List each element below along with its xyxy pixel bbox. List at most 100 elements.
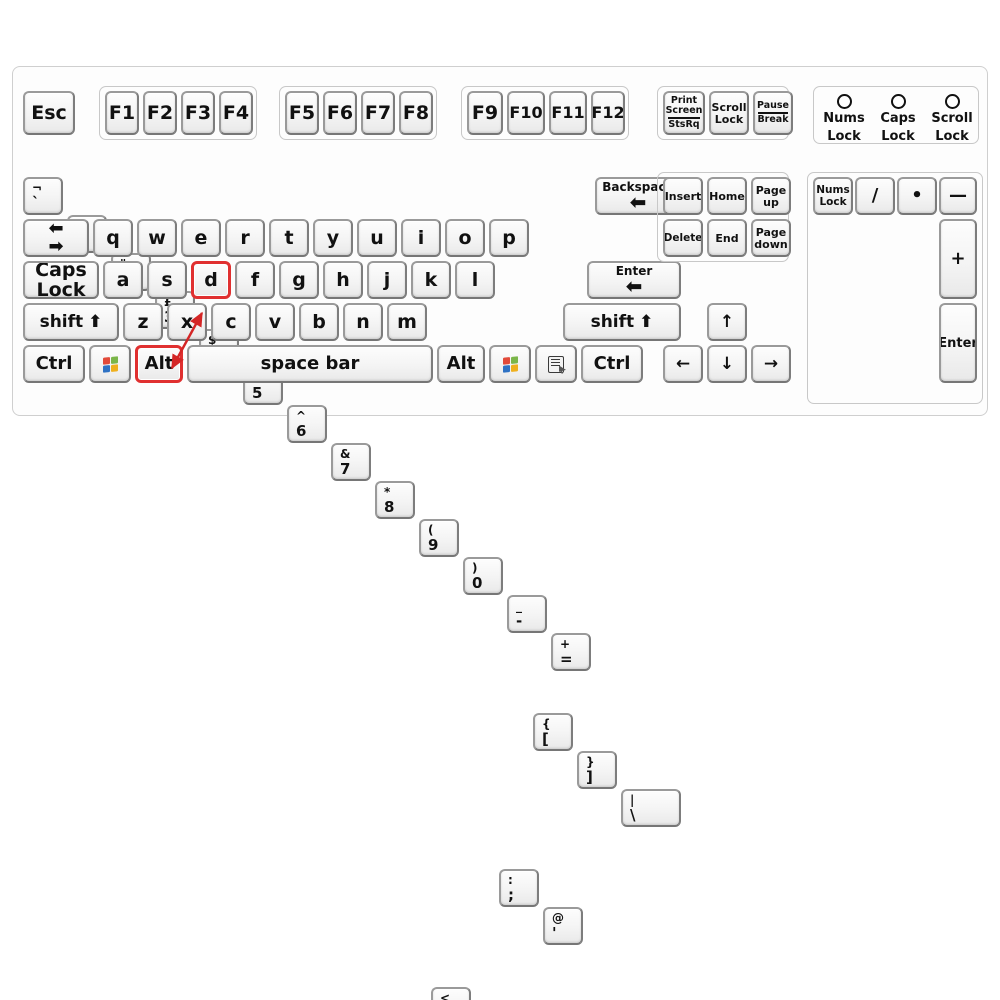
key-u[interactable]: u [357, 219, 397, 257]
key-9[interactable]: ( 9 [419, 519, 459, 557]
key-bracket-right[interactable]: } ] [577, 751, 617, 789]
key-f1-label: F1 [108, 101, 136, 124]
key-h[interactable]: h [323, 261, 363, 299]
key-enter[interactable]: Enter ⬅ [587, 261, 681, 299]
key-f5[interactable]: F5 [285, 91, 319, 135]
key-space-bar[interactable]: space bar [187, 345, 433, 383]
key-i[interactable]: i [401, 219, 441, 257]
key-m[interactable]: m [387, 303, 427, 341]
key-r[interactable]: r [225, 219, 265, 257]
key-f7[interactable]: F7 [361, 91, 395, 135]
key-x-label: x [180, 310, 194, 333]
key-esc[interactable]: Esc [23, 91, 75, 135]
key-home[interactable]: Home [707, 177, 747, 215]
key-caps-lock[interactable]: Caps Lock [23, 261, 99, 299]
key-f1[interactable]: F1 [105, 91, 139, 135]
key-f11[interactable]: F11 [549, 91, 587, 135]
key-shift-left[interactable]: shift ⬆ [23, 303, 119, 341]
key-o[interactable]: o [445, 219, 485, 257]
key-k[interactable]: k [411, 261, 451, 299]
key-t[interactable]: t [269, 219, 309, 257]
key-f3[interactable]: F3 [181, 91, 215, 135]
key-numpad-divide[interactable]: / [855, 177, 895, 215]
key-8[interactable]: * 8 [375, 481, 415, 519]
scroll-lock-line1: Scroll [711, 100, 747, 114]
key-a[interactable]: a [103, 261, 143, 299]
key-e[interactable]: e [181, 219, 221, 257]
key-f6[interactable]: F6 [323, 91, 357, 135]
key-y[interactable]: y [313, 219, 353, 257]
key-windows-right[interactable] [489, 345, 531, 383]
key-numpad-multiply[interactable]: • [897, 177, 937, 215]
key-windows-left[interactable] [89, 345, 131, 383]
key-pause-break[interactable]: Pause Break [753, 91, 793, 135]
key-p[interactable]: p [489, 219, 529, 257]
key-scroll-lock[interactable]: Scroll Lock [709, 91, 749, 135]
key-f8[interactable]: F8 [399, 91, 433, 135]
key-tab[interactable]: ⬅ ➡ [23, 219, 89, 257]
key-numpad-plus[interactable]: + [939, 219, 977, 299]
key-arrow-down[interactable]: ↓ [707, 345, 747, 383]
key-delete[interactable]: Delete [663, 219, 703, 257]
key-s[interactable]: s [147, 261, 187, 299]
led-caps-lock: Caps Lock [876, 94, 920, 145]
num-lock-led-label-1: Nums [823, 111, 865, 126]
key-insert[interactable]: Insert [663, 177, 703, 215]
key-page-up[interactable]: Page up [751, 177, 791, 215]
key-context-menu[interactable] [535, 345, 577, 383]
key-j[interactable]: j [367, 261, 407, 299]
key-q[interactable]: q [93, 219, 133, 257]
windows-logo-icon [502, 355, 518, 373]
key-end[interactable]: End [707, 219, 747, 257]
key-g[interactable]: g [279, 261, 319, 299]
key-n[interactable]: n [343, 303, 383, 341]
key-backtick[interactable]: ¬ ` [23, 177, 63, 215]
key-f2[interactable]: F2 [143, 91, 177, 135]
key-f4[interactable]: F4 [219, 91, 253, 135]
key-f9[interactable]: F9 [467, 91, 503, 135]
key-alt-left-label: Alt [144, 353, 174, 374]
key-minus[interactable]: _ - [507, 595, 547, 633]
key-minus-shift: _ [516, 599, 522, 613]
key-v[interactable]: v [255, 303, 295, 341]
key-numpad-enter[interactable]: Enter [939, 303, 977, 383]
key-bracket-left[interactable]: { [ [533, 713, 573, 751]
key-l[interactable]: l [455, 261, 495, 299]
key-c-label: c [225, 310, 237, 333]
key-w[interactable]: w [137, 219, 177, 257]
key-semicolon-shift: : [508, 873, 513, 887]
key-apostrophe[interactable]: @ ' [543, 907, 583, 945]
key-print-screen[interactable]: Print Screen StsRq [663, 91, 705, 135]
key-semicolon[interactable]: : ; [499, 869, 539, 907]
key-7[interactable]: & 7 [331, 443, 371, 481]
key-y-label: y [326, 226, 340, 249]
key-6[interactable]: ^ 6 [287, 405, 327, 443]
key-b[interactable]: b [299, 303, 339, 341]
key-comma[interactable]: < , [431, 987, 471, 1000]
key-f10-label: F10 [509, 103, 543, 122]
key-x[interactable]: x [167, 303, 207, 341]
key-arrow-left[interactable]: ← [663, 345, 703, 383]
key-f10[interactable]: F10 [507, 91, 545, 135]
key-num-lock[interactable]: Nums Lock [813, 177, 853, 215]
key-arrow-up[interactable]: ↑ [707, 303, 747, 341]
windows-logo-icon [102, 355, 118, 373]
key-d[interactable]: d [191, 261, 231, 299]
key-shift-right[interactable]: shift ⬆ [563, 303, 681, 341]
key-f12[interactable]: F12 [591, 91, 625, 135]
key-page-down[interactable]: Page down [751, 219, 791, 257]
key-backtick-shift: ¬ [32, 181, 43, 195]
key-0[interactable]: ) 0 [463, 557, 503, 595]
key-equals[interactable]: + = [551, 633, 591, 671]
key-ctrl-left[interactable]: Ctrl [23, 345, 85, 383]
key-arrow-right[interactable]: → [751, 345, 791, 383]
key-c[interactable]: c [211, 303, 251, 341]
key-z[interactable]: z [123, 303, 163, 341]
key-backslash[interactable]: | \ [621, 789, 681, 827]
key-ctrl-right[interactable]: Ctrl [581, 345, 643, 383]
key-alt-right[interactable]: Alt [437, 345, 485, 383]
key-numpad-minus[interactable]: — [939, 177, 977, 215]
key-alt-left[interactable]: Alt [135, 345, 183, 383]
scroll-lock-led-label-2: Lock [935, 128, 969, 144]
key-f[interactable]: f [235, 261, 275, 299]
